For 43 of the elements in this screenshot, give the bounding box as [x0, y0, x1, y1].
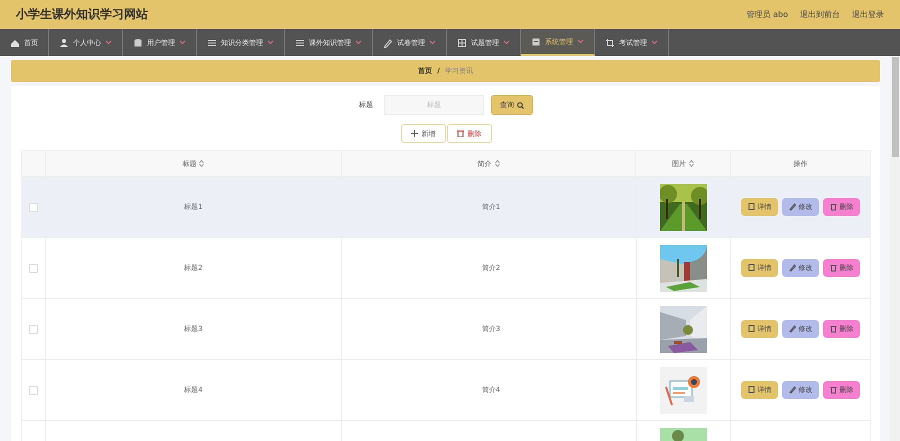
pencil-icon — [788, 325, 796, 333]
user-icon — [59, 38, 69, 48]
plus-icon — [410, 130, 418, 137]
trash-icon — [830, 264, 836, 272]
sort-icon — [494, 160, 500, 167]
checkbox[interactable] — [28, 264, 38, 272]
trash-icon — [830, 203, 836, 211]
caret-icon — [355, 40, 362, 45]
checkbox[interactable] — [28, 202, 38, 212]
checkbox[interactable] — [28, 386, 38, 394]
trash-icon — [830, 325, 836, 333]
trash-icon — [456, 130, 464, 137]
header-link[interactable]: 管理员 abo — [746, 9, 788, 20]
box-icon — [531, 36, 541, 46]
document-icon — [748, 386, 754, 394]
document-icon — [748, 264, 754, 272]
pencil-icon — [788, 386, 796, 394]
caret-icon — [651, 40, 658, 45]
checkbox[interactable] — [28, 324, 38, 334]
caret-icon — [429, 40, 436, 45]
pencil-icon — [788, 203, 796, 211]
caret-icon — [179, 40, 186, 45]
caret-icon — [105, 40, 112, 45]
caret-icon — [577, 39, 584, 44]
site-title: 小学生课外知识学习网站 — [16, 6, 148, 23]
header-link[interactable]: 退出到前台 — [800, 9, 840, 20]
caret-icon — [267, 40, 274, 45]
scrollbar[interactable] — [890, 57, 900, 441]
document-icon — [748, 325, 754, 333]
trash-icon — [830, 386, 836, 394]
search-icon — [517, 102, 524, 108]
home-icon — [10, 38, 20, 48]
list-icon — [295, 38, 305, 48]
crop-icon — [605, 38, 615, 48]
caret-icon — [503, 40, 510, 45]
sort-icon — [689, 160, 694, 167]
sort-icon — [199, 160, 204, 167]
list-icon — [207, 38, 217, 48]
pencil-icon — [788, 264, 796, 272]
pen-icon — [383, 38, 393, 48]
grid-icon — [457, 38, 467, 48]
header-link[interactable]: 退出登录 — [852, 9, 884, 20]
document-icon — [748, 203, 754, 211]
